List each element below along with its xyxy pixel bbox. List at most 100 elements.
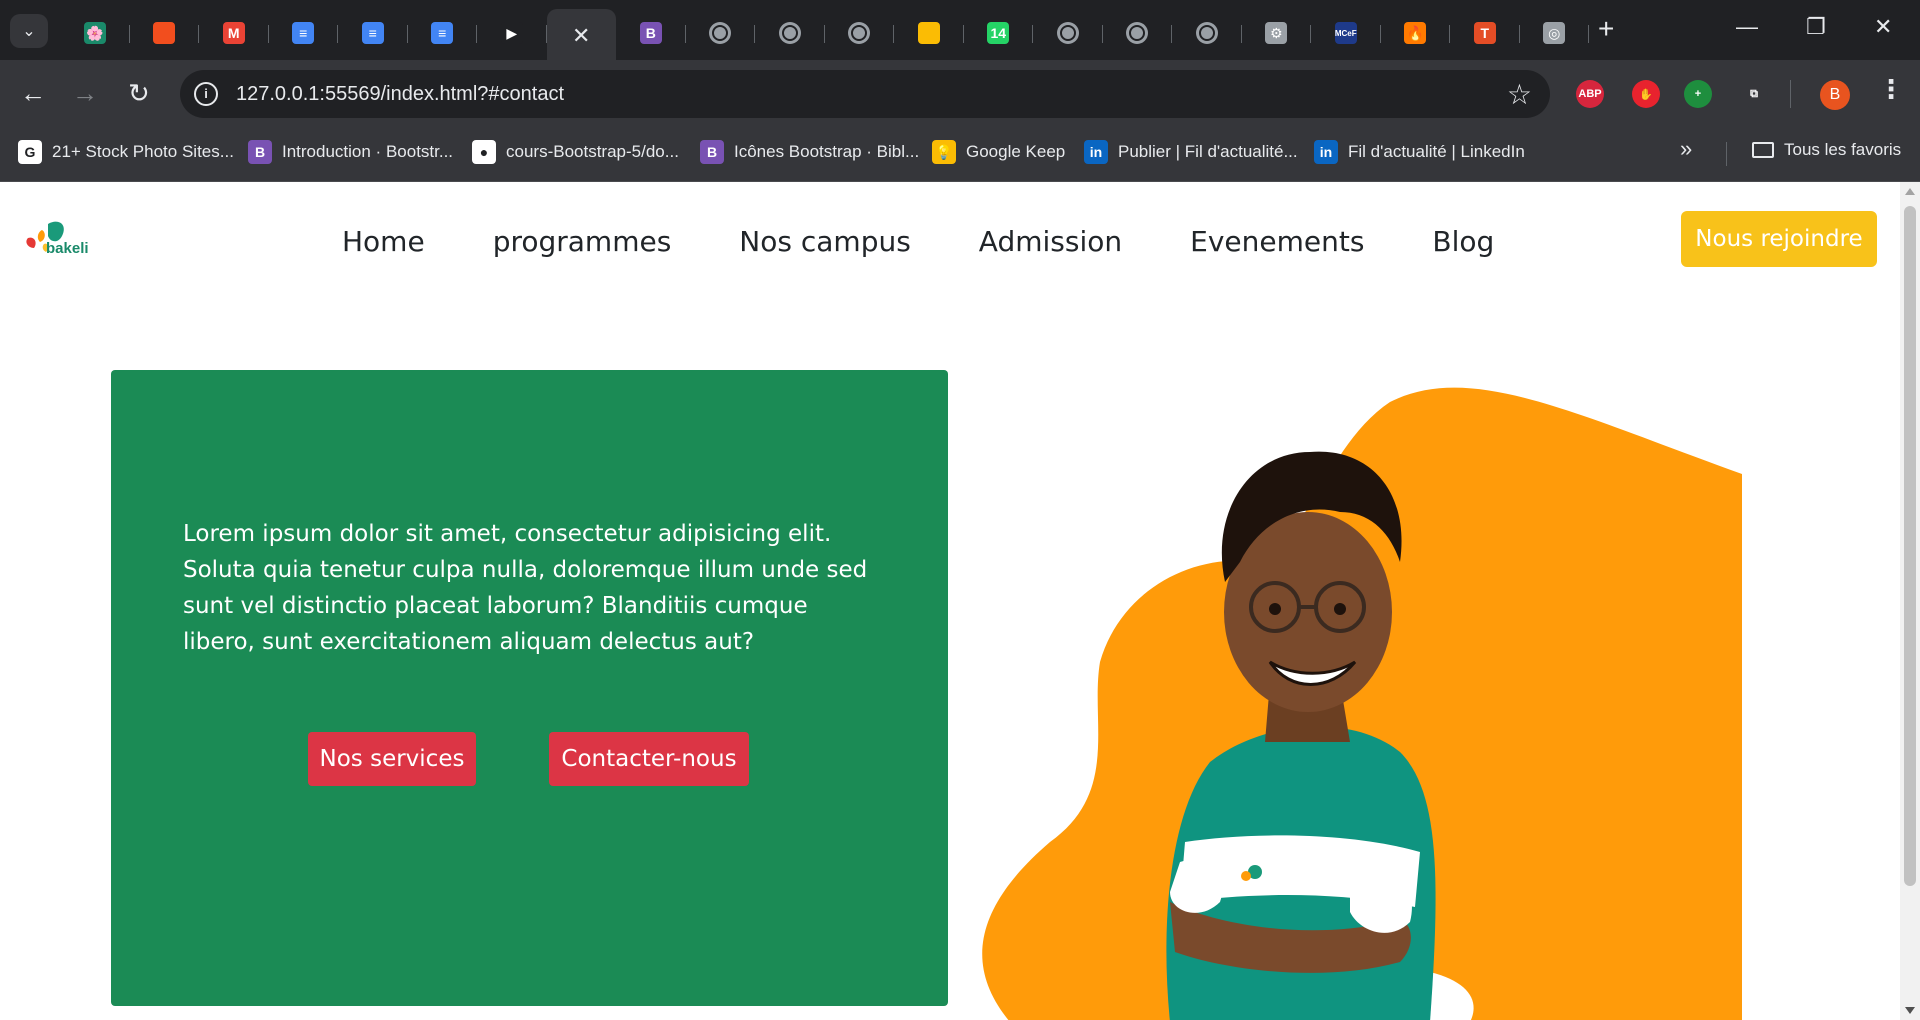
bookmark-star-icon[interactable]: ☆ <box>1507 78 1532 111</box>
new-tab-button[interactable]: + <box>1598 14 1614 44</box>
google-docs-icon: ≡ <box>361 22 384 44</box>
bookmark-label: Introduction · Bootstr... <box>282 142 454 161</box>
whatsapp-icon: 14 <box>987 22 1010 44</box>
tab-separator <box>1588 25 1589 43</box>
tab-search-button[interactable]: ⌄ <box>10 14 48 48</box>
site-info-icon[interactable]: i <box>194 82 218 106</box>
google-docs-icon: ≡ <box>292 22 315 44</box>
all-bookmarks-folder[interactable]: Tous les favoris <box>1752 140 1901 160</box>
browser-tab[interactable]: 🌸 <box>60 11 130 55</box>
browser-menu-icon[interactable]: ⋮ <box>1878 74 1904 105</box>
logo-text: bakeli <box>46 240 89 257</box>
bookmark-item[interactable]: in Publier | Fil d'actualité... <box>1084 140 1298 164</box>
bookmark-item[interactable]: in Fil d'actualité | LinkedIn <box>1314 140 1525 164</box>
adblock-plus-icon[interactable]: ABP <box>1576 80 1604 108</box>
nav-evenements[interactable]: Evenements <box>1190 222 1364 262</box>
browser-tab[interactable] <box>1103 11 1172 55</box>
scroll-down-arrow-icon[interactable] <box>1905 1007 1915 1014</box>
bookmark-label: Icônes Bootstrap · Bibl... <box>734 142 920 161</box>
services-button[interactable]: Nos services <box>308 732 476 786</box>
restore-button[interactable]: ❐ <box>1806 14 1826 40</box>
nav-admission[interactable]: Admission <box>979 222 1122 262</box>
browser-tab[interactable] <box>1033 11 1103 55</box>
nav-nos-campus[interactable]: Nos campus <box>739 222 911 262</box>
reload-icon[interactable]: ↻ <box>128 78 150 108</box>
bookmarks-overflow-button[interactable]: » <box>1680 136 1692 162</box>
bookmark-item[interactable]: B Icônes Bootstrap · Bibl... <box>700 140 919 164</box>
browser-tab[interactable]: ✕ <box>546 9 616 63</box>
nav-programmes[interactable]: programmes <box>493 222 672 262</box>
figma-icon <box>153 22 176 44</box>
stop-hand-icon[interactable]: ✋ <box>1632 80 1660 108</box>
browser-tab[interactable]: MCeF <box>1311 11 1381 55</box>
bookmark-label: cours-Bootstrap-5/do... <box>506 142 679 161</box>
browser-toolbar: ← → ↻ i 127.0.0.1:55569/index.html?#cont… <box>0 60 1920 126</box>
globe-icon <box>1056 22 1079 44</box>
browser-tab[interactable] <box>686 11 755 55</box>
contact-button[interactable]: Contacter-nous <box>549 732 749 786</box>
globe-icon <box>848 22 871 44</box>
join-button[interactable]: Nous rejoindre <box>1681 211 1877 267</box>
profile-avatar[interactable]: B <box>1820 80 1850 110</box>
nav-blog[interactable]: Blog <box>1432 222 1494 262</box>
bootstrap-icon: B <box>639 22 662 44</box>
hero-card: Lorem ipsum dolor sit amet, consectetur … <box>111 370 948 1006</box>
linkedin-icon: in <box>1084 140 1108 164</box>
browser-tab[interactable]: ◎ <box>1520 11 1589 55</box>
browser-tab[interactable] <box>894 11 964 55</box>
browser-tab[interactable]: M <box>199 11 269 55</box>
bookmark-item[interactable]: ● cours-Bootstrap-5/do... <box>472 140 679 164</box>
bookmarks-bar: G 21+ Stock Photo Sites... B Introduction ·… <box>0 126 1920 182</box>
bookmark-label: Google Keep <box>966 142 1066 161</box>
flame-icon: 🔥 <box>1404 22 1427 44</box>
bookmark-label: Fil d'actualité | LinkedIn <box>1348 142 1525 161</box>
settings-gear-icon: ⚙ <box>1265 22 1288 44</box>
browser-tab[interactable] <box>130 11 199 55</box>
browser-tab[interactable]: ⚙ <box>1242 11 1311 55</box>
back-arrow-icon[interactable]: ← <box>20 78 46 108</box>
bookmark-item[interactable]: 💡 Google Keep <box>932 140 1065 164</box>
nav-home[interactable]: Home <box>342 222 425 262</box>
tabs-row: 🌸 M ≡ ≡ ≡ ▶ ✕ B 14 ⚙ MCeF 🔥 T ◎ <box>60 0 1589 63</box>
browser-tab[interactable]: B <box>616 11 686 55</box>
tab-close-icon[interactable]: ✕ <box>572 23 590 49</box>
linkedin-icon: in <box>1314 140 1338 164</box>
plus-circle-icon[interactable]: + <box>1684 80 1712 108</box>
browser-tab[interactable]: ≡ <box>269 11 338 55</box>
chevron-down-icon: ⌄ <box>22 23 36 40</box>
browser-tab[interactable] <box>1172 11 1242 55</box>
browser-tab[interactable]: 14 <box>964 11 1033 55</box>
scroll-thumb[interactable] <box>1904 206 1916 886</box>
bootstrap-icon: B <box>700 140 724 164</box>
toolbar-divider <box>1790 80 1791 108</box>
bakeli-icon: 🌸 <box>83 22 106 44</box>
web-page: bakeli Home programmes Nos campus Admiss… <box>0 182 1900 1020</box>
globe-icon <box>709 22 732 44</box>
window-close-button[interactable]: ✕ <box>1874 14 1892 40</box>
forward-arrow-icon[interactable]: → <box>72 78 98 108</box>
address-bar[interactable]: i 127.0.0.1:55569/index.html?#contact ☆ <box>180 70 1550 118</box>
scroll-up-arrow-icon[interactable] <box>1905 188 1915 195</box>
browser-tab[interactable] <box>755 11 825 55</box>
chrome-icon: ◎ <box>1543 22 1566 44</box>
globe-icon <box>1126 22 1149 44</box>
minimize-button[interactable]: — <box>1736 14 1758 40</box>
puzzle-extensions-icon[interactable]: ⧉ <box>1740 80 1768 108</box>
browser-tab[interactable]: ▶ <box>477 11 547 55</box>
browser-tab[interactable]: T <box>1450 11 1520 55</box>
browser-tab[interactable] <box>825 11 894 55</box>
gmail-icon: M <box>222 22 245 44</box>
browser-tab[interactable]: 🔥 <box>1381 11 1450 55</box>
page-scrollbar[interactable] <box>1900 182 1920 1020</box>
t-icon: T <box>1473 22 1496 44</box>
browser-tab[interactable]: ≡ <box>338 11 408 55</box>
bookmark-item[interactable]: G 21+ Stock Photo Sites... <box>18 140 234 164</box>
browser-tab-strip: ⌄ 🌸 M ≡ ≡ ≡ ▶ ✕ B 14 ⚙ MCeF 🔥 T ◎ + — ❐ ✕ <box>0 0 1920 63</box>
github-icon: ● <box>472 140 496 164</box>
main-navigation: Home programmes Nos campus Admission Eve… <box>342 222 1562 262</box>
browser-tab[interactable]: ≡ <box>408 11 477 55</box>
url-text[interactable]: 127.0.0.1:55569/index.html?#contact <box>236 83 564 106</box>
google-keep-icon: 💡 <box>932 140 956 164</box>
bookmark-label: Publier | Fil d'actualité... <box>1118 142 1298 161</box>
bookmark-item[interactable]: B Introduction · Bootstr... <box>248 140 453 164</box>
